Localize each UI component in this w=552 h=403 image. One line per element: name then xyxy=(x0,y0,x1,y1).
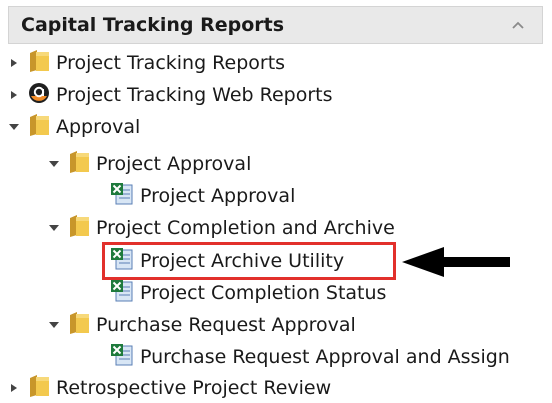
capital-tracking-reports-panel: Capital Tracking Reports Project Trackin… xyxy=(0,0,552,403)
pointer-arrow-icon xyxy=(402,247,510,277)
panel-header[interactable]: Capital Tracking Reports xyxy=(8,6,543,44)
chevron-up-icon xyxy=(512,21,524,29)
tree-item-label: Purchase Request Approval and Assign xyxy=(140,346,510,368)
collapse-arrow-icon[interactable] xyxy=(46,149,62,179)
folder-icon xyxy=(68,311,90,339)
tree-item-label: Project Completion and Archive xyxy=(96,217,395,239)
tree-item-label: Project Approval xyxy=(96,153,252,175)
folder-icon xyxy=(28,113,50,141)
expand-arrow-icon[interactable] xyxy=(6,48,22,78)
tree-item-project-approval-report[interactable]: Project Approval xyxy=(110,181,295,211)
tree-item-purchase-request-approval-assign[interactable]: Purchase Request Approval and Assign xyxy=(110,342,552,372)
collapse-button[interactable] xyxy=(504,12,532,38)
expand-arrow-icon[interactable] xyxy=(6,373,22,403)
tree-item-label: Project Tracking Web Reports xyxy=(56,84,333,106)
folder-icon xyxy=(68,214,90,242)
collapse-arrow-icon[interactable] xyxy=(46,213,62,243)
tree-item-approval[interactable]: Approval xyxy=(6,112,140,142)
highlight-box xyxy=(102,242,396,280)
tree-item-label: Approval xyxy=(56,116,141,138)
tree-item-label: Retrospective Project Review xyxy=(56,377,332,399)
excel-report-icon xyxy=(110,182,134,210)
tree-item-label: Project Tracking Reports xyxy=(56,52,286,74)
tree-item-project-completion-archive[interactable]: Project Completion and Archive xyxy=(46,213,395,243)
folder-icon xyxy=(28,49,50,77)
web-app-icon xyxy=(28,82,50,108)
folder-icon xyxy=(28,374,50,402)
excel-report-icon xyxy=(110,343,134,371)
tree-item-label: Purchase Request Approval xyxy=(96,314,356,336)
tree-item-retrospective-project-review[interactable]: Retrospective Project Review xyxy=(6,373,331,403)
tree-item-project-approval-folder[interactable]: Project Approval xyxy=(46,149,251,179)
expand-arrow-icon[interactable] xyxy=(6,80,22,110)
tree-item-label: Project Completion Status xyxy=(140,282,387,304)
collapse-arrow-icon[interactable] xyxy=(6,112,22,142)
folder-icon xyxy=(68,150,90,178)
tree-item-label: Project Approval xyxy=(140,185,296,207)
tree-item-purchase-request-approval[interactable]: Purchase Request Approval xyxy=(46,310,356,340)
tree-item-project-completion-status[interactable]: Project Completion Status xyxy=(110,278,386,308)
panel-title: Capital Tracking Reports xyxy=(21,14,285,36)
tree-item-project-tracking-web-reports[interactable]: Project Tracking Web Reports xyxy=(6,80,333,110)
tree-item-project-tracking-reports[interactable]: Project Tracking Reports xyxy=(6,48,285,78)
excel-report-icon xyxy=(110,279,134,307)
collapse-arrow-icon[interactable] xyxy=(46,310,62,340)
